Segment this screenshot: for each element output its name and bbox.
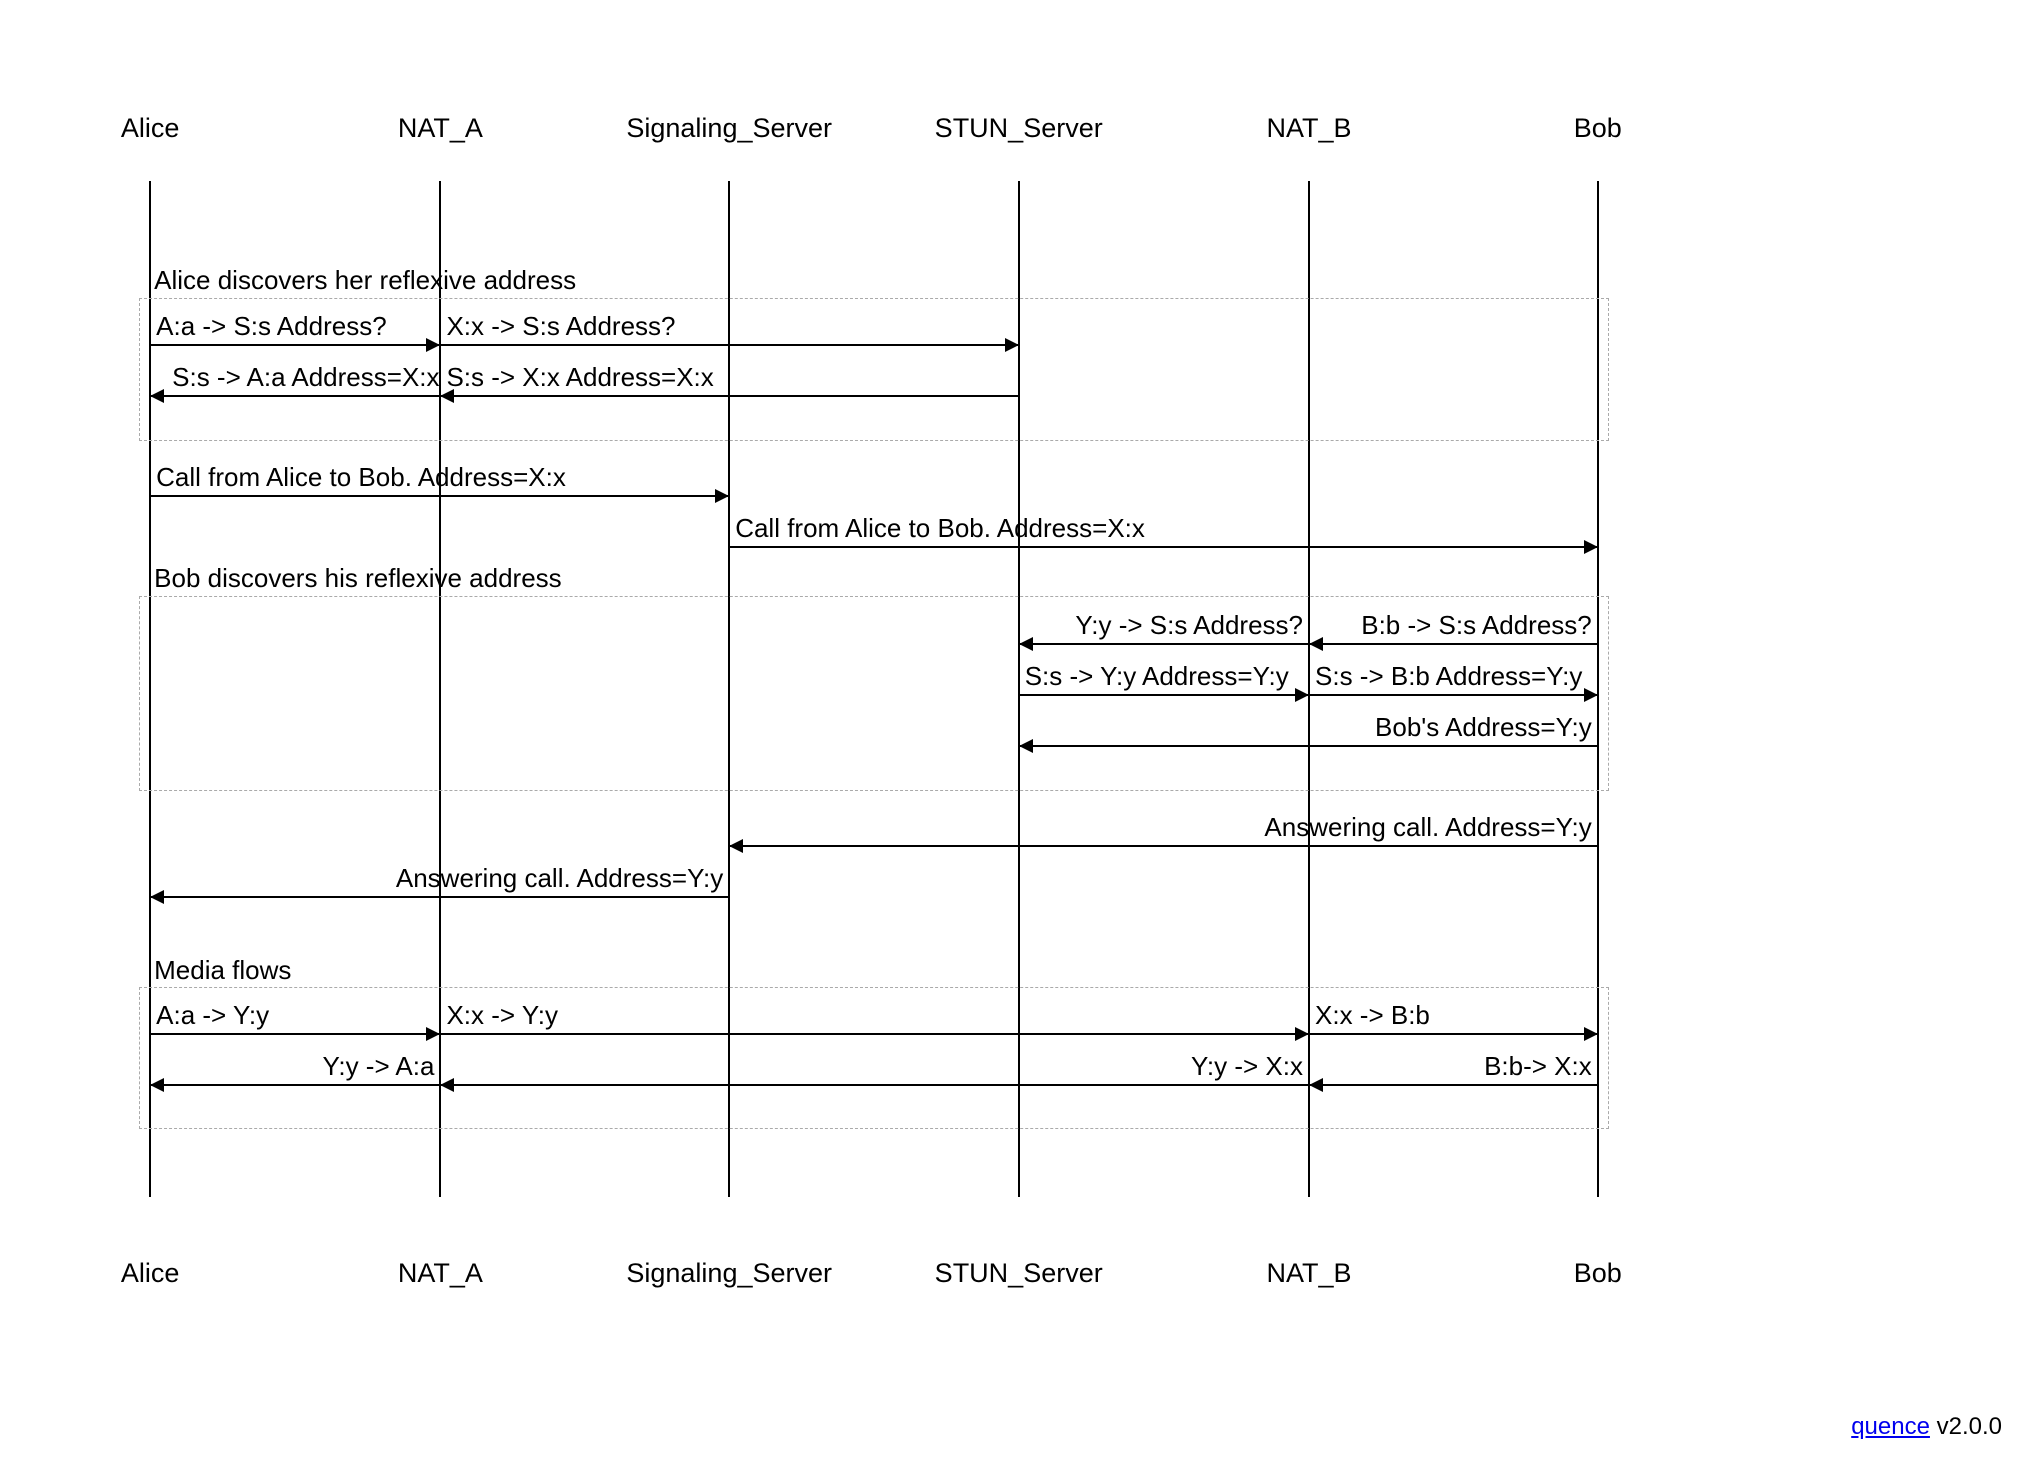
arrow-left-icon (150, 890, 164, 904)
message-label-3: S:s -> A:a Address=X:x (172, 362, 439, 393)
message-label-8: S:s -> Y:y Address=Y:y (1025, 661, 1289, 692)
arrow-right-icon (715, 489, 729, 503)
group-label-1: Bob discovers his reflexive address (154, 563, 562, 594)
footer-version: v2.0.0 (1930, 1413, 2002, 1440)
arrow-right-icon (1584, 540, 1598, 554)
message-label-7: Y:y -> S:s Address? (1075, 610, 1303, 641)
arrow-right-icon (426, 1027, 440, 1041)
message-label-15: X:x -> B:b (1315, 1000, 1430, 1031)
message-line-16 (1309, 1084, 1598, 1086)
participant-nat_b-bottom: NAT_B (1266, 1258, 1351, 1289)
message-line-8 (1019, 694, 1309, 696)
arrow-left-icon (1019, 637, 1033, 651)
message-line-4 (150, 495, 729, 497)
message-label-11: Answering call. Address=Y:y (1264, 812, 1591, 843)
participant-sigsrv-bottom: Signaling_Server (626, 1258, 832, 1289)
message-label-12: Answering call. Address=Y:y (396, 863, 723, 894)
arrow-left-icon (440, 1078, 454, 1092)
arrow-left-icon (1019, 739, 1033, 753)
participant-nat_a-bottom: NAT_A (398, 1258, 483, 1289)
message-line-14 (440, 1033, 1309, 1035)
message-line-17 (440, 1084, 1309, 1086)
footer-link[interactable]: quence (1851, 1413, 1930, 1440)
footer-credit: quence v2.0.0 (1851, 1413, 2002, 1441)
participant-alice-bottom: Alice (121, 1258, 180, 1289)
arrow-left-icon (1309, 1078, 1323, 1092)
message-line-7 (1019, 643, 1309, 645)
message-label-18: Y:y -> A:a (322, 1051, 434, 1082)
message-line-6 (1309, 643, 1598, 645)
participant-stun-bottom: STUN_Server (935, 1258, 1103, 1289)
message-line-9 (1309, 694, 1598, 696)
message-line-13 (150, 1033, 440, 1035)
participant-bob-bottom: Bob (1574, 1258, 1622, 1289)
message-label-13: A:a -> Y:y (156, 1000, 269, 1031)
arrow-left-icon (150, 389, 164, 403)
message-label-4: Call from Alice to Bob. Address=X:x (156, 462, 566, 493)
message-line-3 (150, 395, 440, 397)
message-label-14: X:x -> Y:y (446, 1000, 558, 1031)
arrow-left-icon (1309, 637, 1323, 651)
message-label-0: A:a -> S:s Address? (156, 311, 387, 342)
arrow-right-icon (1295, 1027, 1309, 1041)
message-line-18 (150, 1084, 440, 1086)
participant-alice-top: Alice (121, 113, 180, 144)
message-line-10 (1019, 745, 1598, 747)
participant-bob-top: Bob (1574, 113, 1622, 144)
message-label-9: S:s -> B:b Address=Y:y (1315, 661, 1582, 692)
message-line-0 (150, 344, 440, 346)
arrow-right-icon (1584, 1027, 1598, 1041)
message-line-2 (440, 395, 1018, 397)
participant-stun-top: STUN_Server (935, 113, 1103, 144)
arrow-left-icon (150, 1078, 164, 1092)
sequence-diagram: Alice Alice NAT_A NAT_A Signaling_Server Sign… (0, 0, 2032, 1459)
message-label-17: Y:y -> X:x (1191, 1051, 1303, 1082)
arrow-left-icon (729, 839, 743, 853)
arrow-right-icon (1005, 338, 1019, 352)
message-label-1: X:x -> S:s Address? (446, 311, 675, 342)
group-label-0: Alice discovers her reflexive address (154, 265, 576, 296)
message-label-16: B:b-> X:x (1484, 1051, 1592, 1082)
arrow-right-icon (1295, 688, 1309, 702)
arrow-right-icon (426, 338, 440, 352)
message-line-1 (440, 344, 1018, 346)
participant-nat_b-top: NAT_B (1266, 113, 1351, 144)
group-label-2: Media flows (154, 955, 291, 986)
message-line-12 (150, 896, 729, 898)
message-line-5 (729, 546, 1598, 548)
message-line-15 (1309, 1033, 1598, 1035)
participant-nat_a-top: NAT_A (398, 113, 483, 144)
message-label-6: B:b -> S:s Address? (1361, 610, 1592, 641)
message-label-10: Bob's Address=Y:y (1375, 712, 1592, 743)
message-label-5: Call from Alice to Bob. Address=X:x (735, 513, 1145, 544)
arrow-right-icon (1584, 688, 1598, 702)
message-label-2: S:s -> X:x Address=X:x (446, 362, 713, 393)
participant-sigsrv-top: Signaling_Server (626, 113, 832, 144)
message-line-11 (729, 845, 1598, 847)
